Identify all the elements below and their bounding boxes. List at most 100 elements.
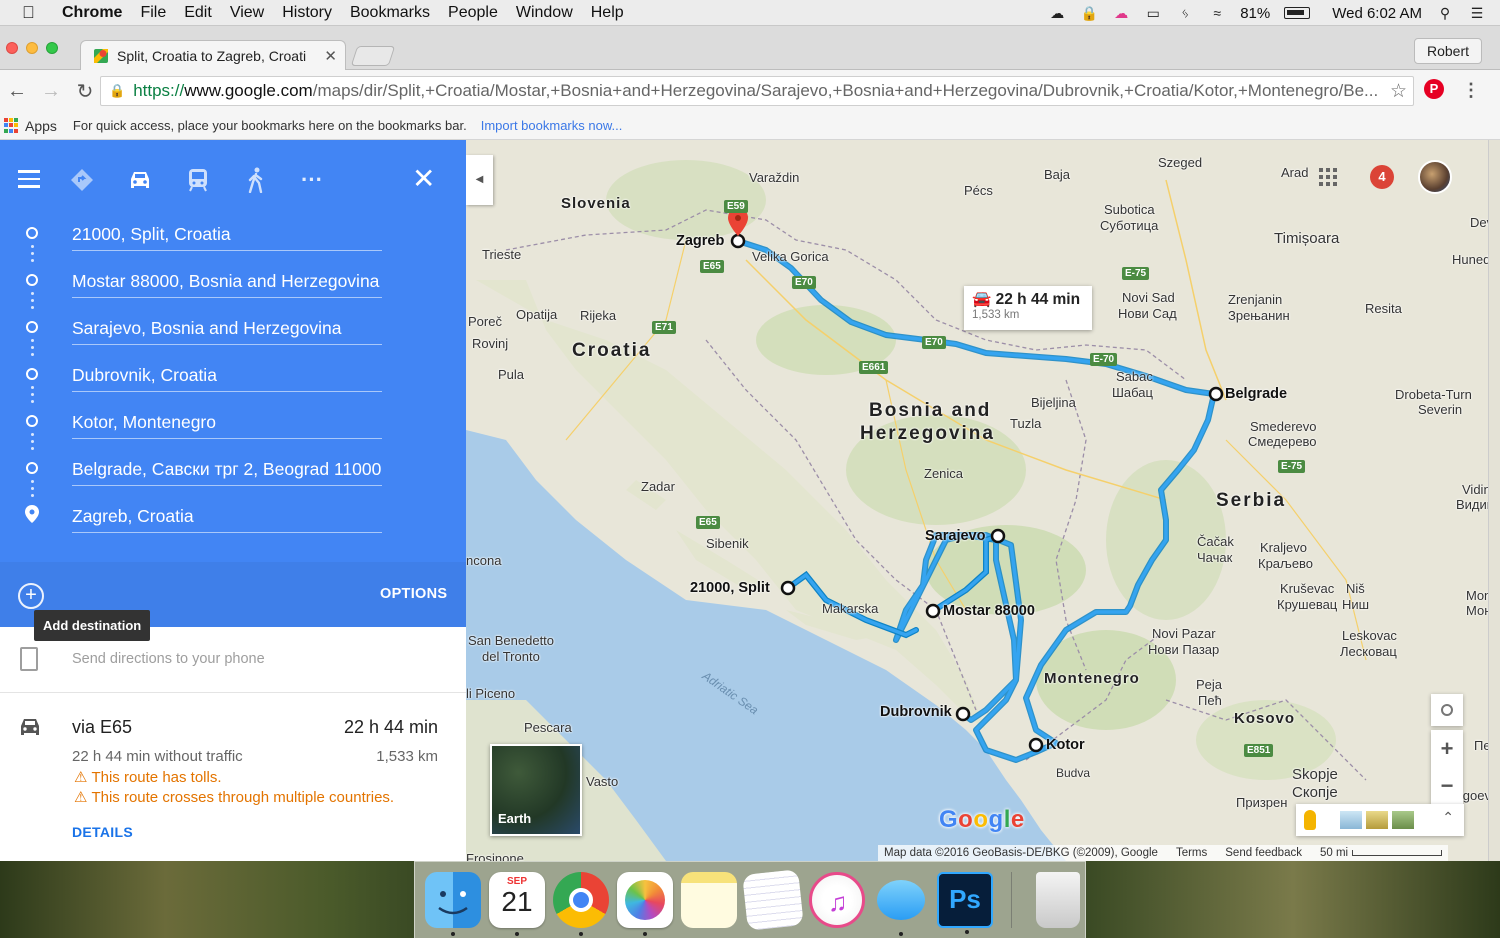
route-details-link[interactable]: DETAILS xyxy=(72,824,133,840)
photoshop-icon[interactable]: Ps xyxy=(937,872,993,934)
creative-cloud-icon[interactable]: ☁ xyxy=(1112,5,1130,21)
menu-file[interactable]: File xyxy=(140,4,166,22)
waypoint-row[interactable]: Sarajevo, Bosnia and Herzegovina xyxy=(0,307,466,347)
wifi-icon[interactable]: ≈ xyxy=(1208,5,1226,21)
waypoint-input[interactable]: Dubrovnik, Croatia xyxy=(72,358,382,392)
new-tab-button[interactable] xyxy=(350,46,396,66)
imagery-thumbnail[interactable] xyxy=(1366,811,1388,829)
waypoint-row[interactable]: Belgrade, Савски трг 2, Beograd 11000 xyxy=(0,448,466,488)
battery-percent[interactable]: 81% xyxy=(1240,5,1270,22)
place-label: Ниш xyxy=(1342,597,1370,612)
stop-label-kotor: Kotor xyxy=(1046,737,1085,753)
chrome-menu-icon[interactable]: ⋮ xyxy=(1462,80,1480,101)
pinterest-extension-icon[interactable]: P xyxy=(1424,79,1444,99)
route-distance: 1,533 km xyxy=(376,748,438,765)
menu-people[interactable]: People xyxy=(448,4,498,22)
walking-mode-icon[interactable] xyxy=(240,160,272,200)
more-modes-icon[interactable]: ··· xyxy=(296,160,328,200)
calendar-icon[interactable]: SEP 21 xyxy=(489,872,545,936)
battery-icon[interactable] xyxy=(1284,7,1311,19)
address-bar[interactable]: 🔒 https://www.google.com/maps/dir/Split,… xyxy=(100,76,1414,106)
add-destination-button[interactable]: + xyxy=(18,583,44,609)
close-directions-icon[interactable]: ✕ xyxy=(412,164,435,194)
menu-help[interactable]: Help xyxy=(591,4,624,22)
waypoint-input[interactable]: Sarajevo, Bosnia and Herzegovina xyxy=(72,311,382,345)
route-option[interactable]: via E65 22 h 44 min 22 h 44 min without … xyxy=(0,693,466,861)
lock-icon[interactable]: 🔒 xyxy=(1080,5,1098,21)
google-apps-icon[interactable] xyxy=(1319,168,1337,186)
notifications-badge[interactable]: 4 xyxy=(1370,165,1394,189)
forward-icon[interactable]: → xyxy=(34,76,68,106)
my-location-button[interactable] xyxy=(1431,694,1463,726)
send-to-phone-icon xyxy=(20,647,38,671)
place-label: Makarska xyxy=(822,601,879,616)
menu-view[interactable]: View xyxy=(230,4,264,22)
secure-lock-icon[interactable]: 🔒 xyxy=(109,83,125,99)
send-feedback-link[interactable]: Send feedback xyxy=(1225,847,1302,859)
waypoint-row[interactable]: 21000, Split, Croatia xyxy=(0,213,466,253)
bluetooth-icon[interactable]: ᛃ xyxy=(1176,5,1194,21)
import-bookmarks-link[interactable]: Import bookmarks now... xyxy=(481,118,623,133)
place-label: Zrenjanin xyxy=(1228,292,1283,307)
reload-icon[interactable]: ↻ xyxy=(68,76,102,106)
scale-indicator[interactable]: 50 mi xyxy=(1320,847,1443,859)
messages-icon[interactable] xyxy=(873,872,929,936)
driving-mode-icon[interactable] xyxy=(124,160,156,200)
apps-shortcut[interactable]: Apps xyxy=(25,118,57,134)
menu-edit[interactable]: Edit xyxy=(184,4,212,22)
options-button[interactable]: OPTIONS xyxy=(380,586,447,602)
imagery-thumbnail[interactable] xyxy=(1340,811,1362,829)
apple-icon[interactable]:  xyxy=(22,3,48,23)
close-window-button[interactable] xyxy=(6,42,18,54)
zoom-out-button[interactable]: − xyxy=(1431,767,1463,804)
waypoint-row[interactable]: Kotor, Montenegro xyxy=(0,401,466,441)
notes-icon[interactable] xyxy=(681,872,737,928)
cloud-sync-icon[interactable]: ☁ xyxy=(1048,5,1066,21)
waypoint-input[interactable]: Zagreb, Croatia xyxy=(72,499,382,533)
trash-icon[interactable] xyxy=(1036,872,1080,928)
menu-bookmarks[interactable]: Bookmarks xyxy=(350,4,430,22)
transit-mode-icon[interactable] xyxy=(182,160,214,200)
menu-app-name[interactable]: Chrome xyxy=(62,4,122,22)
expand-up-icon[interactable]: ⌃ xyxy=(1442,809,1454,826)
warning-icon: ⚠ xyxy=(74,789,88,806)
waypoint-row[interactable]: Dubrovnik, Croatia xyxy=(0,354,466,394)
itunes-icon[interactable]: ♫ xyxy=(809,872,865,928)
waypoint-input[interactable]: Belgrade, Савски трг 2, Beograd 11000 xyxy=(72,452,382,486)
airplay-icon[interactable]: ▭ xyxy=(1144,5,1162,21)
terms-link[interactable]: Terms xyxy=(1176,847,1207,859)
avatar[interactable] xyxy=(1418,160,1452,194)
imagery-thumbnail[interactable] xyxy=(1392,811,1414,829)
bookmark-star-icon[interactable]: ☆ xyxy=(1385,80,1407,103)
notification-center-icon[interactable]: ☰ xyxy=(1468,5,1486,21)
apps-grid-icon[interactable] xyxy=(4,118,19,133)
photos-icon[interactable] xyxy=(617,872,673,936)
map-canvas[interactable]: ◀ 4 E59 E65 E70 E71 E661 E70 E-70 E-75 E… xyxy=(466,140,1500,861)
waypoint-row[interactable]: Zagreb, Croatia xyxy=(0,495,466,535)
route-info-card[interactable]: 🚘 22 h 44 min 1,533 km xyxy=(964,286,1092,330)
clock[interactable]: Wed 6:02 AM xyxy=(1332,5,1422,22)
tab-active[interactable]: Split, Croatia to Zagreb, Croati ✕ xyxy=(80,40,346,70)
spotlight-search-icon[interactable]: ⚲ xyxy=(1436,5,1454,21)
waypoint-input[interactable]: Mostar 88000, Bosnia and Herzegovina xyxy=(72,264,382,298)
finder-icon[interactable] xyxy=(425,872,481,936)
road-shield: E-75 xyxy=(1122,267,1150,280)
collapse-panel-button[interactable]: ◀ xyxy=(466,155,493,205)
earth-view-toggle[interactable]: Earth xyxy=(490,744,582,836)
pegman-icon[interactable] xyxy=(1304,810,1316,830)
back-icon[interactable]: ← xyxy=(0,76,34,106)
zoom-in-button[interactable]: + xyxy=(1431,730,1463,767)
best-route-mode-icon[interactable] xyxy=(66,160,98,200)
chrome-icon[interactable] xyxy=(553,872,609,936)
profile-button[interactable]: Robert xyxy=(1413,38,1482,64)
waypoint-input[interactable]: Kotor, Montenegro xyxy=(72,405,382,439)
scale-bar xyxy=(1352,849,1443,856)
menu-window[interactable]: Window xyxy=(516,4,573,22)
menu-history[interactable]: History xyxy=(282,4,332,22)
minimize-window-button[interactable] xyxy=(26,42,38,54)
waypoint-input[interactable]: 21000, Split, Croatia xyxy=(72,217,382,251)
zoom-window-button[interactable] xyxy=(46,42,58,54)
close-tab-icon[interactable]: ✕ xyxy=(324,47,337,65)
textedit-icon[interactable] xyxy=(742,869,804,931)
waypoint-row[interactable]: Mostar 88000, Bosnia and Herzegovina xyxy=(0,260,466,300)
